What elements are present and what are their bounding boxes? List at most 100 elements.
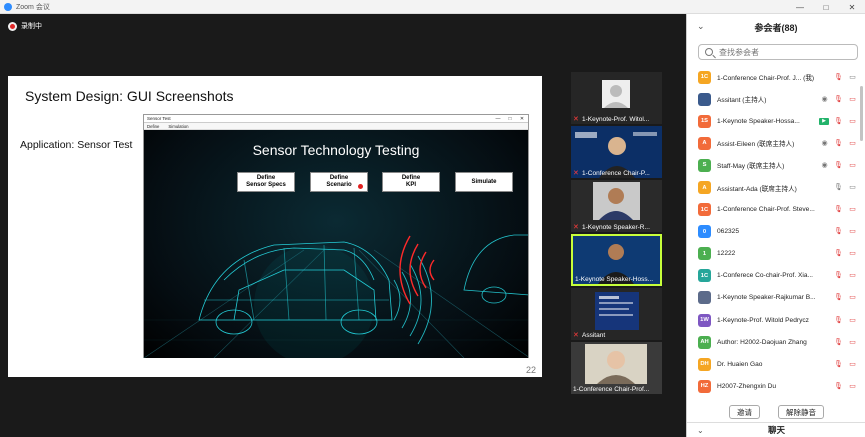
app-menu-bar: Define Simulation xyxy=(144,123,528,130)
slide-page-number: 22 xyxy=(525,365,536,375)
participant-status-icons: 🎙 ▭ xyxy=(834,316,857,325)
mic-muted-icon: 🎙 xyxy=(834,316,843,324)
participants-title: 参会者(88) xyxy=(754,22,798,33)
participant-list-scrollbar[interactable] xyxy=(860,66,864,398)
app-window-controls: — □ ✕ xyxy=(492,116,528,122)
mic-muted-icon: 🎙 xyxy=(834,73,843,81)
chat-section-header[interactable]: ⌄ 聊天 xyxy=(687,422,865,437)
define-sensor-specs-button: Define Sensor Specs xyxy=(237,172,295,192)
participant-status-icons: 🎙 ▭ xyxy=(834,360,857,369)
participant-row[interactable]: Assitant (主持人) ◉ 🎙 ▭ xyxy=(687,88,859,110)
app-menu-simulation: Simulation xyxy=(168,123,189,129)
video-thumbnail-active-speaker[interactable]: 1-Keynote Speaker-Hoss... xyxy=(571,234,662,286)
participant-row[interactable]: AH Author: H2002-Daojuan Zhang 🎙 ▭ xyxy=(687,331,859,353)
participant-row[interactable]: 1-Keynote Speaker-Rajkumar B... 🎙 ▭ xyxy=(687,287,859,309)
invite-button[interactable]: 邀请 xyxy=(729,405,760,419)
participant-row[interactable]: A Assist-Eileen (联席主持人) ◉ 🎙 ▭ xyxy=(687,132,859,154)
camera-muted-icon: ▭ xyxy=(849,338,856,346)
thumbnail-name: 1-Keynote Speaker-Hoss... xyxy=(575,276,654,283)
participant-row[interactable]: 1W 1-Keynote-Prof. Witold Pedrycz 🎙 ▭ xyxy=(687,309,859,331)
mic-muted-icon: 🎙 xyxy=(834,117,843,125)
participant-name: 1-Conference Chair-Prof. Steve... xyxy=(717,206,815,214)
mic-muted-icon: 🎙 xyxy=(834,228,843,236)
participant-status-icons: 🎙 ▭ xyxy=(834,293,857,302)
participant-name: Staff-May (联席主持人) xyxy=(717,163,785,171)
app-minimize-icon: — xyxy=(495,115,501,122)
mic-muted-icon: 🎙 xyxy=(834,161,843,169)
mic-muted-icon: 🎙 xyxy=(834,139,843,147)
participant-row[interactable]: A Assistant-Ada (联席主持人) 🎙 ▭ xyxy=(687,176,859,198)
participant-status-icons: 🎙 ▭ xyxy=(834,271,857,280)
participant-avatar: AH xyxy=(698,335,711,349)
slide-title: System Design: GUI Screenshots xyxy=(25,88,234,104)
eye-icon: ◉ xyxy=(821,139,828,147)
participant-avatar: 1C xyxy=(698,203,711,217)
maximize-button[interactable]: □ xyxy=(813,0,839,14)
participant-name: Assitant (主持人) xyxy=(717,97,767,105)
recording-indicator[interactable]: 录制中 xyxy=(8,21,42,31)
video-thumbnail[interactable]: ✕ 1-Keynote Speaker-R... xyxy=(571,180,662,232)
participant-avatar: A xyxy=(698,181,711,195)
participant-row[interactable]: 1C 1-Conferece Co-chair-Prof. Xia... 🎙 ▭ xyxy=(687,265,859,287)
participant-status-icons: 🎙 ▭ xyxy=(834,73,857,82)
chat-title: 聊天 xyxy=(767,425,785,435)
app-heading: Sensor Technology Testing xyxy=(252,142,420,158)
participant-status-icons: 🎙 ▭ xyxy=(834,227,857,236)
window-controls: — □ ✕ xyxy=(787,0,865,14)
camera-muted-icon: ▭ xyxy=(849,95,856,103)
window-title: Zoom 会议 xyxy=(16,3,50,11)
participant-status-icons: ◉ 🎙 ▭ xyxy=(820,95,857,104)
participant-name: 062325 xyxy=(717,228,740,236)
participant-row[interactable]: HZ H2007-Zhengxin Du 🎙 ▭ xyxy=(687,375,859,397)
video-thumbnail[interactable]: ✕ 1-Conference Chair-P... xyxy=(571,126,662,178)
participant-avatar xyxy=(698,291,711,305)
unmute-all-button[interactable]: 解除静音 xyxy=(778,405,824,419)
app-canvas: Sensor Technology Testing Define Sensor … xyxy=(144,130,528,358)
mic-muted-icon: 🎙 xyxy=(834,272,843,280)
participant-avatar: A xyxy=(698,136,711,150)
eye-icon: ◉ xyxy=(821,95,828,103)
participant-row[interactable]: 0 062325 🎙 ▭ xyxy=(687,221,859,243)
participant-name: 1-Keynote Speaker-Rajkumar B... xyxy=(717,294,816,302)
participant-avatar: 1W xyxy=(698,313,711,327)
camera-muted-icon: ▭ xyxy=(849,382,856,390)
participant-name: Author: H2002-Daojuan Zhang xyxy=(717,338,807,346)
participant-row[interactable]: S Staff-May (联席主持人) ◉ 🎙 ▭ xyxy=(687,154,859,176)
recording-label: 录制中 xyxy=(21,23,42,30)
camera-muted-icon: ▭ xyxy=(849,161,856,169)
search-icon xyxy=(705,48,713,56)
participant-row[interactable]: DH Dr. Huaien Gao 🎙 ▭ xyxy=(687,353,859,375)
close-button[interactable]: ✕ xyxy=(839,0,865,14)
participant-avatar: 1C xyxy=(698,70,711,84)
participant-row[interactable]: 1S 1-Keynote Speaker-Hossa... ▶ 🎙 ▭ xyxy=(687,110,859,132)
participant-row[interactable]: 1 12222 🎙 ▭ xyxy=(687,243,859,265)
chevron-down-icon[interactable]: ⌄ xyxy=(697,426,704,435)
participants-header: ⌄ 参会者(88) xyxy=(687,14,865,40)
participant-avatar: 0 xyxy=(698,225,711,239)
mic-muted-icon: 🎙 xyxy=(834,360,843,368)
camera-muted-icon: ▭ xyxy=(849,117,856,125)
mic-muted-icon: ✕ xyxy=(573,224,579,231)
participant-status-icons: ▶ 🎙 ▭ xyxy=(819,117,857,126)
participant-status-icons: 🎙 ▭ xyxy=(834,205,857,214)
chevron-down-icon[interactable]: ⌄ xyxy=(697,21,705,32)
camera-icon: ▭ xyxy=(849,73,856,81)
mic-muted-icon: 🎙 xyxy=(834,250,843,258)
scrollbar-thumb[interactable] xyxy=(860,86,863,141)
video-thumbnail[interactable]: ✕ Assitant xyxy=(571,288,662,340)
participant-status-icons: 🎙 ▭ xyxy=(834,249,857,258)
mic-muted-icon: ✕ xyxy=(573,170,579,177)
participant-search-input[interactable] xyxy=(719,47,849,57)
participant-search-box[interactable] xyxy=(698,44,858,60)
mic-muted-icon: 🎙 xyxy=(834,294,843,302)
participant-avatar: S xyxy=(698,158,711,172)
thumbnail-name: Assitant xyxy=(582,332,606,339)
video-thumbnail[interactable]: ✕ 1-Keynote-Prof. Witol... xyxy=(571,72,662,124)
participant-row[interactable]: 1C 1-Conference Chair-Prof. Steve... 🎙 ▭ xyxy=(687,199,859,221)
video-thumbnail[interactable]: 1-Conference Chair-Prof... xyxy=(571,342,662,394)
participants-footer: 邀请 解除静音 xyxy=(687,405,865,419)
record-icon xyxy=(8,21,17,31)
participant-avatar: HZ xyxy=(698,379,711,393)
participant-row[interactable]: 1C 1-Conference Chair-Prof. J... (我) 🎙 ▭ xyxy=(687,66,859,88)
minimize-button[interactable]: — xyxy=(787,0,813,14)
